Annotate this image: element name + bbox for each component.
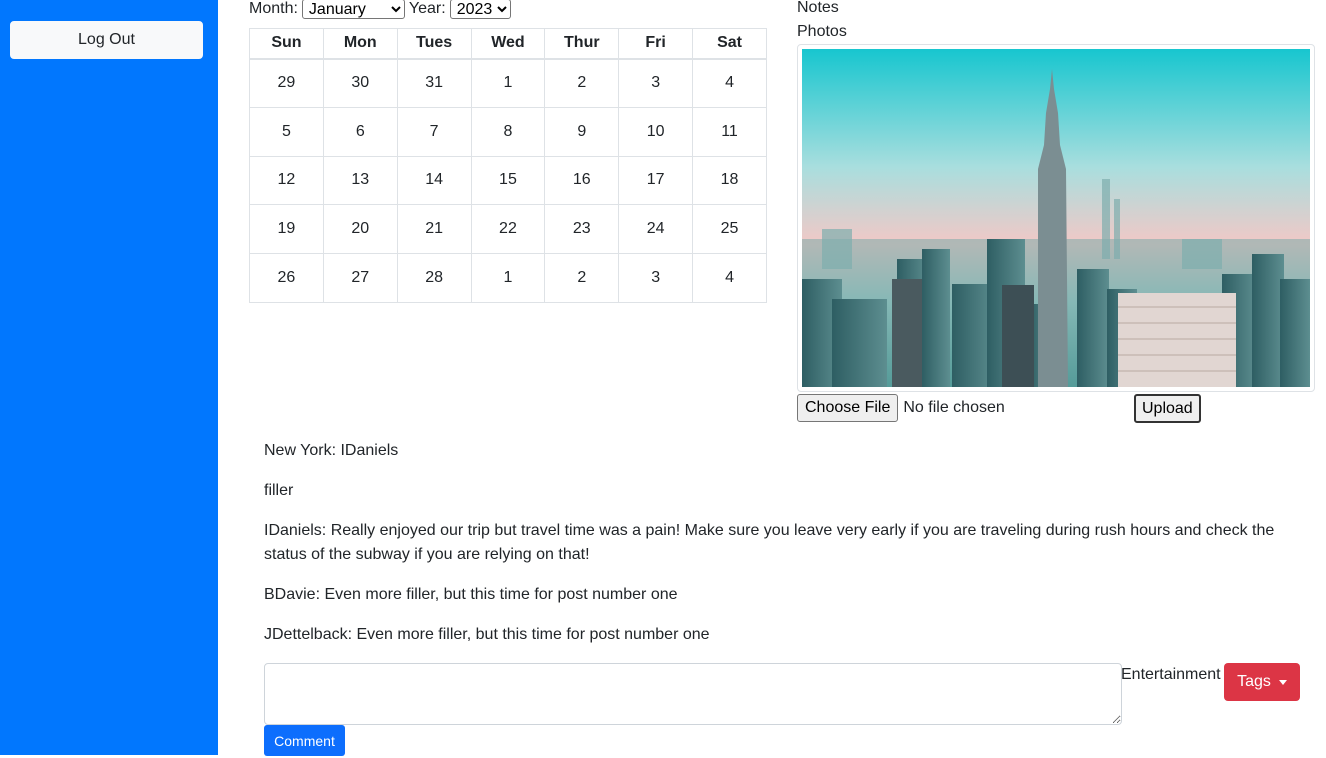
calendar-week-row: 5 6 7 8 9 10 11: [249, 106, 767, 157]
calendar-day-cell[interactable]: 30: [322, 58, 398, 108]
calendar-table: Sun Mon Tues Wed Thur Fri Sat 29 30 31 1…: [249, 28, 767, 303]
calendar-day-cell[interactable]: 11: [692, 106, 767, 157]
weekday-header: Sun: [249, 28, 324, 60]
calendar-day-cell[interactable]: 3: [618, 58, 694, 108]
choose-file-button[interactable]: Choose File: [797, 394, 899, 422]
file-status-text: No file chosen: [903, 399, 1005, 416]
photo-thumbnail: [797, 44, 1315, 392]
calendar-day-cell[interactable]: 21: [396, 204, 472, 255]
logout-button[interactable]: Log Out: [10, 21, 203, 59]
calendar-day-cell[interactable]: 25: [692, 204, 767, 255]
weekday-header-row: Sun Mon Tues Wed Thur Fri Sat: [249, 28, 767, 60]
tags-label: Tags: [1237, 673, 1271, 690]
calendar-day-cell[interactable]: 18: [692, 155, 767, 206]
calendar-day-cell[interactable]: 8: [470, 106, 546, 157]
calendar-week-row: 26 27 28 1 2 3 4: [249, 253, 767, 303]
calendar-day-cell[interactable]: 5: [249, 106, 324, 157]
calendar-day-cell[interactable]: 26: [249, 253, 324, 303]
calendar-day-cell[interactable]: 6: [322, 106, 398, 157]
calendar-day-cell[interactable]: 7: [396, 106, 472, 157]
calendar-day-cell[interactable]: 1: [470, 58, 546, 108]
calendar-day-cell[interactable]: 28: [396, 253, 472, 303]
calendar-day-cell[interactable]: 16: [544, 155, 620, 206]
calendar-day-cell[interactable]: 12: [249, 155, 324, 206]
caret-down-icon: [1278, 679, 1287, 685]
calendar-week-row: 12 13 14 15 16 17 18: [249, 155, 767, 206]
weekday-header: Sat: [692, 28, 767, 60]
calendar-day-cell[interactable]: 20: [322, 204, 398, 255]
calendar-day-cell[interactable]: 4: [692, 58, 767, 108]
calendar-day-cell[interactable]: 10: [618, 106, 694, 157]
calendar-week-row: 29 30 31 1 2 3 4: [249, 58, 767, 108]
calendar-day-cell[interactable]: 1: [470, 253, 546, 303]
calendar-day-cell[interactable]: 19: [249, 204, 324, 255]
post-title: New York: IDaniels: [264, 442, 399, 459]
comment-item: JDettelback: Even more filler, but this …: [264, 626, 710, 643]
weekday-header: Tues: [396, 28, 472, 60]
calendar-day-cell[interactable]: 24: [618, 204, 694, 255]
calendar-day-cell[interactable]: 15: [470, 155, 546, 206]
calendar-day-cell[interactable]: 9: [544, 106, 620, 157]
month-select[interactable]: January: [301, 0, 405, 19]
comment-item: IDaniels: Really enjoyed our trip but tr…: [264, 522, 1275, 563]
calendar-day-cell[interactable]: 13: [322, 155, 398, 206]
weekday-header: Mon: [322, 28, 398, 60]
upload-button[interactable]: Upload: [1134, 394, 1201, 423]
city-skyline-photo: [802, 49, 1310, 387]
calendar-day-cell[interactable]: 2: [544, 58, 620, 108]
weekday-header: Thur: [544, 28, 620, 60]
calendar-day-cell[interactable]: 31: [396, 58, 472, 108]
year-select[interactable]: 2023: [449, 0, 511, 19]
comment-item: BDavie: Even more filler, but this time …: [264, 586, 678, 603]
year-label: Year:: [408, 0, 446, 17]
calendar-day-cell[interactable]: 29: [249, 58, 324, 108]
calendar-week-row: 19 20 21 22 23 24 25: [249, 204, 767, 255]
tags-dropdown-button[interactable]: Tags: [1224, 663, 1300, 701]
month-label: Month:: [249, 0, 298, 17]
comment-textarea[interactable]: [264, 663, 1122, 725]
calendar-day-cell[interactable]: 4: [692, 253, 767, 303]
photos-label[interactable]: Photos: [797, 23, 847, 41]
post-body: filler: [264, 482, 294, 499]
calendar-day-cell[interactable]: 14: [396, 155, 472, 206]
calendar-day-cell[interactable]: 3: [618, 253, 694, 303]
category-label: Entertainment: [1121, 666, 1221, 683]
file-input[interactable]: Choose File No file chosen: [797, 394, 1005, 422]
calendar-day-cell[interactable]: 17: [618, 155, 694, 206]
weekday-header: Fri: [618, 28, 694, 60]
comment-submit-button[interactable]: Comment: [264, 725, 345, 756]
calendar-day-cell[interactable]: 27: [322, 253, 398, 303]
calendar-day-cell[interactable]: 22: [470, 204, 546, 255]
notes-link[interactable]: Notes: [797, 0, 839, 17]
month-year-controls: Month: January Year: 2023: [249, 0, 515, 20]
calendar-day-cell[interactable]: 23: [544, 204, 620, 255]
calendar-day-cell[interactable]: 2: [544, 253, 620, 303]
sidebar: Log Out: [0, 0, 218, 755]
weekday-header: Wed: [470, 28, 546, 60]
